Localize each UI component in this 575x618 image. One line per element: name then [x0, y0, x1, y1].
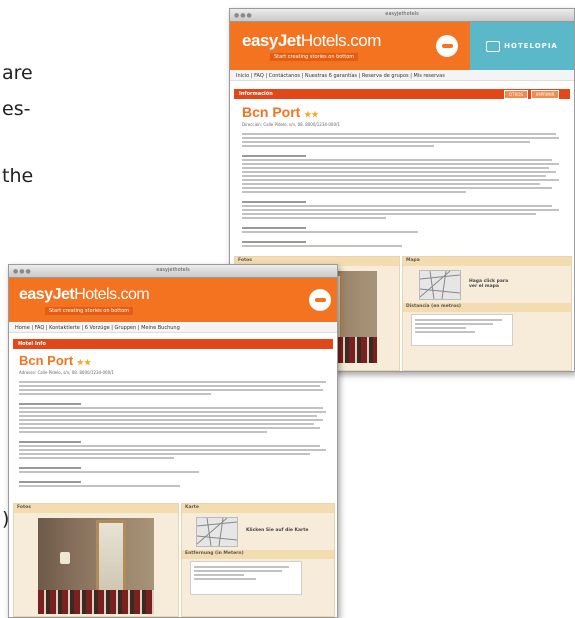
map-caption: Klicken Sie auf die Karte — [246, 528, 309, 533]
photos-label: Fotos — [14, 504, 178, 513]
hotel-name: Bcn Port ★★ — [19, 353, 91, 368]
map-panel: Mapa Haga click para ver el mapa Distanc… — [402, 256, 572, 371]
logo-brand: easyJet — [242, 31, 301, 50]
window-title: easyjethotels — [385, 11, 419, 17]
map-label: Mapa — [403, 257, 571, 266]
star-rating: ★★ — [76, 358, 92, 367]
main-nav[interactable]: Home | FAQ | Kontaktierte | 6 Vorzüge | … — [9, 322, 337, 333]
distance-box — [190, 561, 302, 595]
hotel-photo[interactable] — [38, 518, 154, 614]
window-titlebar: ●●● easyjethotels — [230, 9, 574, 22]
logo-brand: easyJet — [19, 286, 75, 303]
star-rating: ★★ — [304, 110, 319, 119]
background-text-line-1: are — [2, 62, 33, 84]
distance-label: Distancia (en metros) — [403, 303, 571, 312]
hotel-name-text: Bcn Port — [19, 353, 74, 368]
photos-panel: Fotos — [13, 503, 179, 617]
site-header: easyJetHotels.com Start creating stories… — [230, 22, 574, 70]
distance-box — [411, 314, 513, 346]
easyjet-hotels-logo[interactable]: easyJetHotels.com — [242, 31, 381, 51]
map-thumbnail[interactable] — [196, 517, 238, 547]
distance-label: Entfernung (in Metern) — [182, 550, 334, 559]
hotel-description — [19, 381, 329, 489]
logo-suffix: Hotels.com — [74, 286, 150, 303]
hotelopia-label: HOTELOPIA — [504, 42, 558, 50]
browser-window-german: ●●● easyjethotels easyJetHotels.com Star… — [8, 264, 338, 618]
site-header: easyJetHotels.com Start creating stories… — [9, 278, 337, 322]
hotelopia-banner[interactable]: HOTELOPIA — [470, 22, 574, 70]
easyjet-hotels-logo[interactable]: easyJetHotels.com — [19, 286, 150, 304]
map-label: Karte — [182, 504, 334, 513]
hotel-name-text: Bcn Port — [242, 104, 301, 120]
section-header: Hotel Info — [13, 339, 333, 349]
tagline: Start creating stories on bottom — [270, 53, 359, 61]
imprimir-button[interactable]: IMPRIMIR — [531, 90, 560, 99]
hotel-address: Adresse: Calle Pidelo, s/n, 08. 8000/123… — [19, 370, 115, 375]
section-title: Hotel Info — [18, 341, 46, 347]
tagline: Start creating stories on bottom — [45, 307, 134, 315]
background-text-line-2: es- — [2, 98, 31, 120]
background-text-line-3: the — [2, 165, 34, 187]
otros-button[interactable]: OTROS — [504, 90, 529, 99]
map-caption: Haga click para ver el mapa — [469, 279, 509, 289]
hotel-address: Dirección: Calle Pidelo, s/n, 08. 8000/1… — [242, 122, 340, 127]
map-thumbnail[interactable] — [419, 270, 461, 300]
easyjet-plane-icon — [436, 35, 458, 57]
hotel-description — [242, 133, 562, 249]
main-nav[interactable]: Inicio | FAQ | Contáctanos | Nuestras 6 … — [230, 70, 574, 81]
hotel-name: Bcn Port ★★ — [242, 104, 319, 120]
window-title: easyjethotels — [156, 267, 190, 273]
action-buttons: OTROS IMPRIMIR — [504, 90, 560, 99]
hotelopia-icon — [486, 40, 501, 52]
easyjet-plane-icon — [309, 289, 331, 311]
logo-suffix: Hotels.com — [300, 31, 382, 50]
map-panel: Karte Klicken Sie auf die Karte Entfernu… — [181, 503, 335, 617]
section-title: Información — [239, 91, 273, 97]
window-titlebar: ●●● easyjethotels — [9, 265, 337, 278]
